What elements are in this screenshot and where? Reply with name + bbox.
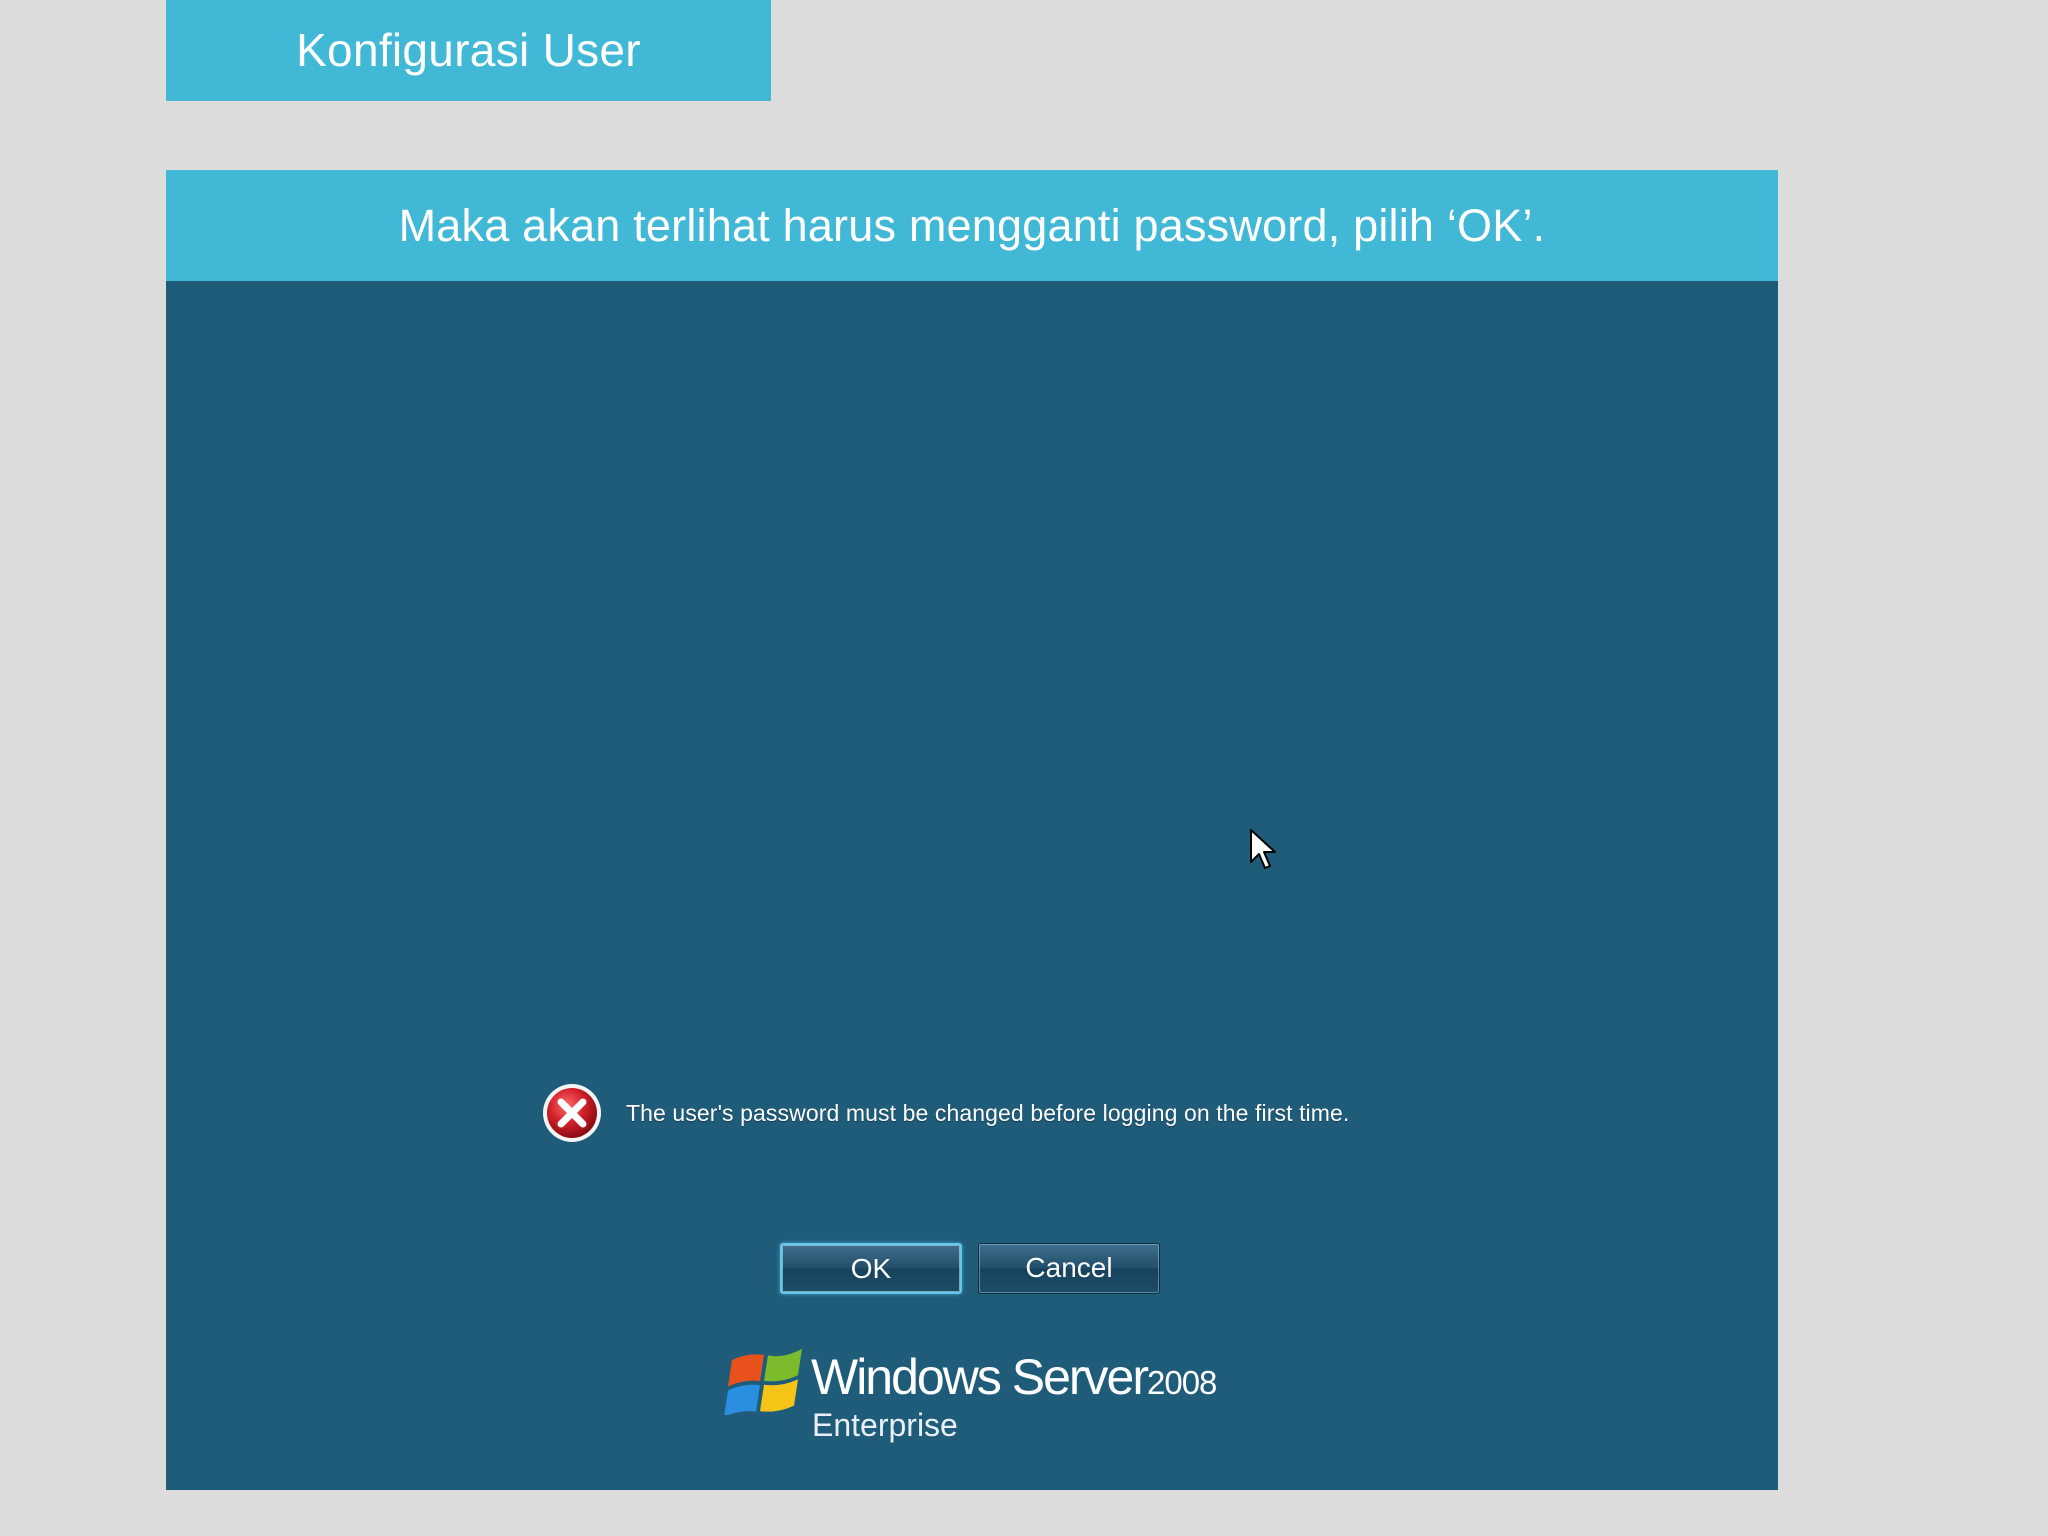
slide-caption: Maka akan terlihat harus mengganti passw…	[166, 170, 1778, 281]
windows-server-branding: Windows Server2008 Enterprise	[724, 1339, 1244, 1459]
cancel-button[interactable]: Cancel	[978, 1243, 1160, 1294]
brand-product-name: Windows Server2008	[811, 1347, 1217, 1413]
error-message-row: The user's password must be changed befo…	[540, 1078, 1349, 1148]
mouse-pointer-icon	[1250, 829, 1276, 869]
error-icon	[543, 1084, 601, 1142]
logon-screen: The user's password must be changed befo…	[166, 281, 1778, 1490]
slide-title: Konfigurasi User	[166, 0, 771, 101]
brand-version: 2008	[1147, 1364, 1217, 1401]
brand-edition: Enterprise	[812, 1407, 958, 1443]
presentation-slide: Konfigurasi User Maka akan terlihat haru…	[0, 0, 2048, 1536]
error-message-text: The user's password must be changed befo…	[626, 1099, 1350, 1126]
ok-button[interactable]: OK	[780, 1243, 962, 1294]
brand-product: Windows Server	[811, 1349, 1149, 1405]
windows-flag-logo-icon	[724, 1348, 802, 1415]
